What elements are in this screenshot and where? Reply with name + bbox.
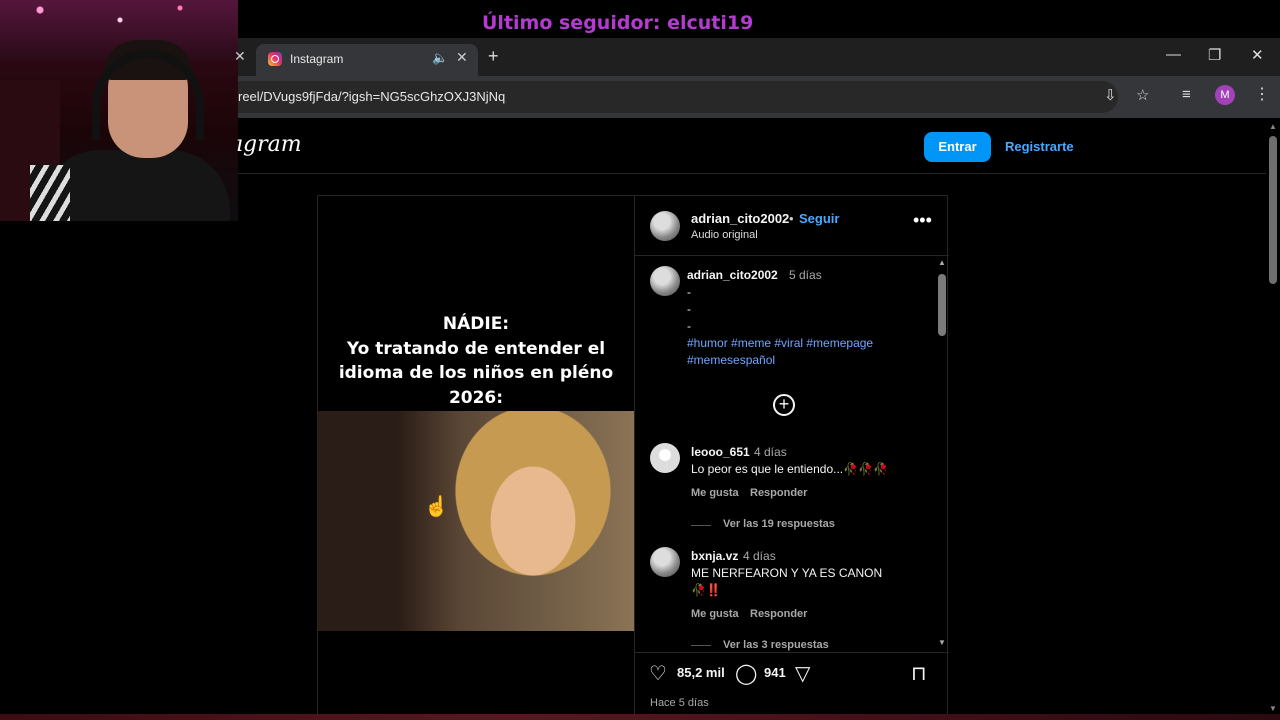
install-app-icon[interactable]: ⇩ bbox=[1104, 86, 1117, 104]
meme-caption-text: NÁDIE: Yo tratando de entender el idioma… bbox=[338, 314, 614, 408]
speaker-icon[interactable]: 🔈 bbox=[432, 50, 448, 66]
bookmark-star-icon[interactable]: ☆ bbox=[1136, 86, 1149, 104]
new-tab-button[interactable]: + bbox=[488, 46, 499, 67]
replies-divider bbox=[691, 645, 711, 646]
comments-scroll-thumb[interactable] bbox=[938, 274, 946, 336]
view-replies-link[interactable]: Ver las 3 respuestas bbox=[723, 639, 829, 651]
taskbar-edge bbox=[0, 714, 1280, 720]
previous-tab-close-icon[interactable]: ✕ bbox=[234, 48, 248, 64]
comment-icon[interactable]: ◯ bbox=[735, 661, 757, 686]
caption-line: - bbox=[687, 302, 691, 316]
media-controls-icon[interactable]: ≡ bbox=[1182, 86, 1191, 103]
instagram-header: ıgram Entrar Registrarte bbox=[236, 118, 1268, 174]
browser-menu-icon[interactable]: ⋮ bbox=[1254, 84, 1270, 104]
page-scroll-up-icon[interactable]: ▲ bbox=[1269, 122, 1277, 131]
last-follower-banner: Último seguidor: elcuti19 bbox=[482, 12, 754, 34]
restore-icon[interactable]: ❐ bbox=[1208, 46, 1221, 64]
comment-like-button[interactable]: Me gusta bbox=[691, 608, 739, 620]
comment-time: 4 días bbox=[754, 445, 787, 459]
page-scroll-thumb[interactable] bbox=[1269, 136, 1277, 284]
screen: Último seguidor: elcuti19 ✕ Instagram 🔈 … bbox=[0, 0, 1280, 720]
comments-scrollbar[interactable]: ▲ ▼ bbox=[935, 256, 949, 652]
comment-time: 4 días bbox=[743, 549, 776, 563]
address-bar[interactable]: reel/DVugs9fjFda/?igsh=NG5scGhzOXJ3NjNq bbox=[238, 81, 1118, 113]
load-more-comments-icon[interactable]: + bbox=[773, 394, 795, 416]
caption-line: - bbox=[687, 319, 691, 333]
comment-avatar[interactable] bbox=[650, 443, 680, 473]
browser-toolbar: reel/DVugs9fjFda/?igsh=NG5scGhzOXJ3NjNq … bbox=[238, 76, 1280, 118]
more-options-icon[interactable]: ••• bbox=[913, 210, 932, 231]
caption-time: 5 días bbox=[789, 268, 822, 282]
browser-window: ✕ Instagram 🔈 ✕ + — ❐ ✕ reel/DVugs9fjFda… bbox=[234, 38, 1280, 720]
bookmark-icon[interactable]: ⊓ bbox=[911, 661, 927, 686]
instagram-favicon-icon bbox=[268, 52, 282, 66]
webcam-shirt-stripes bbox=[30, 165, 70, 221]
comments-count: 941 bbox=[764, 665, 786, 680]
audio-label[interactable]: Audio original bbox=[691, 229, 758, 241]
follow-button[interactable]: Seguir bbox=[799, 211, 839, 226]
comment-reply-button[interactable]: Responder bbox=[750, 608, 807, 620]
separator-dot: • bbox=[789, 211, 794, 226]
author-avatar[interactable] bbox=[650, 211, 680, 241]
caption-hashtags[interactable]: #humor #meme #viral #memepage bbox=[687, 335, 873, 352]
comment-text: ME NERFEARON Y YA ES CANON bbox=[691, 566, 883, 580]
tab-strip: ✕ Instagram 🔈 ✕ + — ❐ ✕ bbox=[234, 38, 1280, 76]
post-header: adrian_cito2002 • Seguir Audio original … bbox=[635, 196, 949, 256]
profile-avatar[interactable]: M bbox=[1215, 85, 1235, 105]
scroll-up-icon[interactable]: ▲ bbox=[938, 258, 946, 267]
caption-avatar[interactable] bbox=[650, 266, 680, 296]
replies-divider bbox=[691, 525, 711, 526]
comment-username[interactable]: leooo_651 bbox=[691, 445, 750, 459]
tab-instagram[interactable]: Instagram 🔈 ✕ bbox=[256, 44, 478, 76]
page-viewport: ıgram Entrar Registrarte NÁDIE: Yo trata… bbox=[236, 118, 1280, 720]
page-scroll-down-icon[interactable]: ▼ bbox=[1269, 704, 1277, 713]
post-actions: ♡ 85,2 mil ◯ 941 ▽ ⊓ Hace 5 días bbox=[635, 652, 949, 720]
share-icon[interactable]: ▽ bbox=[795, 661, 810, 686]
post-sidebar: adrian_cito2002 • Seguir Audio original … bbox=[634, 196, 949, 720]
caption-username[interactable]: adrian_cito2002 bbox=[687, 268, 778, 282]
view-replies-link[interactable]: Ver las 19 respuestas bbox=[723, 518, 835, 530]
minimize-icon[interactable]: — bbox=[1166, 46, 1181, 63]
window-close-icon[interactable]: ✕ bbox=[1251, 46, 1264, 64]
reel-video[interactable]: NÁDIE: Yo tratando de entender el idioma… bbox=[318, 196, 634, 720]
login-button[interactable]: Entrar bbox=[924, 132, 991, 162]
comment-like-button[interactable]: Me gusta bbox=[691, 487, 739, 499]
likes-count: 85,2 mil bbox=[677, 665, 725, 680]
close-tab-icon[interactable]: ✕ bbox=[456, 49, 468, 66]
comment-text: 🥀‼️ bbox=[691, 583, 721, 597]
stream-background bbox=[0, 221, 238, 720]
heart-icon[interactable]: ♡ bbox=[649, 661, 667, 686]
caption-hashtags[interactable]: #memesespañol bbox=[687, 352, 775, 369]
meme-photo bbox=[318, 411, 634, 631]
tab-title: Instagram bbox=[290, 52, 344, 66]
url-text: reel/DVugs9fjFda/?igsh=NG5scGhzOXJ3NjNq bbox=[238, 89, 506, 104]
comment-text: Lo peor es que le entiendo...🥀🥀🥀 bbox=[691, 462, 888, 476]
comments-list: adrian_cito2002 5 días - - - #humor #mem… bbox=[635, 256, 935, 652]
author-username[interactable]: adrian_cito2002 bbox=[691, 211, 789, 226]
scroll-down-icon[interactable]: ▼ bbox=[938, 638, 946, 647]
reel-post: NÁDIE: Yo tratando de entender el idioma… bbox=[317, 195, 949, 720]
comment-username[interactable]: bxnja.vz bbox=[691, 549, 738, 563]
caption-line: - bbox=[687, 285, 691, 299]
hand-cursor-icon: ☝ bbox=[424, 496, 449, 518]
comment-avatar[interactable] bbox=[650, 547, 680, 577]
page-scrollbar[interactable]: ▲ ▼ bbox=[1266, 118, 1280, 720]
instagram-logo[interactable]: ıgram bbox=[236, 132, 302, 157]
webcam-overlay bbox=[0, 0, 238, 221]
register-link[interactable]: Registrarte bbox=[1005, 139, 1074, 154]
posted-time: Hace 5 días bbox=[650, 697, 709, 709]
comment-reply-button[interactable]: Responder bbox=[750, 487, 807, 499]
